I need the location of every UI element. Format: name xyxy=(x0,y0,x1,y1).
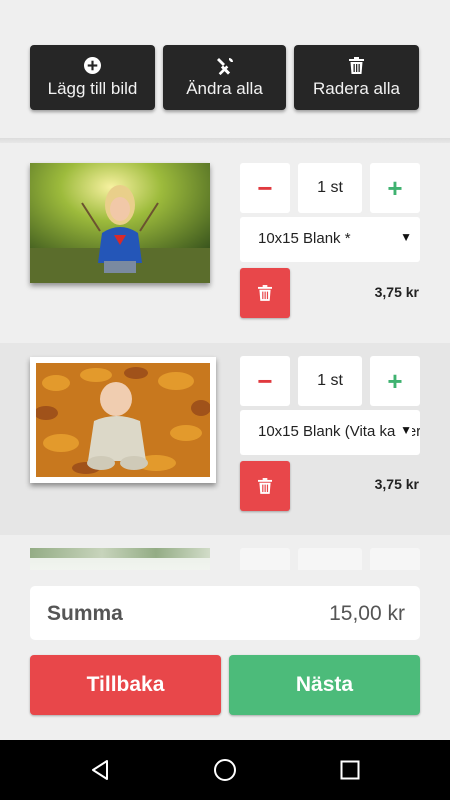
format-select[interactable]: 10x15 Blank (Vita kanter) ▼ xyxy=(240,410,420,455)
back-icon[interactable] xyxy=(85,755,115,785)
checkout-footer: Summa 15,00 kr Tillbaka Nästa xyxy=(0,570,450,740)
format-value: 10x15 Blank * xyxy=(258,230,351,247)
next-button[interactable]: Nästa xyxy=(229,655,420,715)
order-item: − 1 st + 10x15 Blank (Vita kanter) ▼ 3,7… xyxy=(0,343,450,535)
delete-item-button[interactable] xyxy=(240,461,290,511)
increase-quantity-button[interactable]: + xyxy=(370,356,420,406)
quantity-display: 1 st xyxy=(298,356,362,406)
add-image-label: Lägg till bild xyxy=(47,79,138,98)
dropdown-caret-icon: ▼ xyxy=(396,423,412,437)
delete-item-button[interactable] xyxy=(240,268,290,318)
order-item: − 1 st + 10x15 Blank * ▼ 3,75 kr xyxy=(0,143,450,329)
summary-label: Summa xyxy=(47,602,123,625)
decrease-quantity-button[interactable]: − xyxy=(240,356,290,406)
item-price: 3,75 kr xyxy=(374,284,419,300)
home-icon[interactable] xyxy=(210,755,240,785)
add-image-button[interactable]: Lägg till bild xyxy=(30,45,155,110)
quantity-display: 1 st xyxy=(298,163,362,213)
order-item-partial xyxy=(0,535,450,575)
system-navigation-bar xyxy=(0,740,450,800)
plus-circle-icon xyxy=(30,57,155,75)
summary-total: 15,00 kr xyxy=(329,602,405,625)
decrease-quantity-button[interactable]: − xyxy=(240,163,290,213)
photo-thumbnail[interactable] xyxy=(30,357,216,483)
trash-icon xyxy=(294,57,419,75)
delete-all-label: Radera alla xyxy=(313,79,400,98)
item-price: 3,75 kr xyxy=(374,476,419,492)
delete-all-button[interactable]: Radera alla xyxy=(294,45,419,110)
back-button[interactable]: Tillbaka xyxy=(30,655,221,715)
tools-icon xyxy=(163,57,286,75)
recents-icon[interactable] xyxy=(335,755,365,785)
format-select[interactable]: 10x15 Blank * ▼ xyxy=(240,217,420,262)
trash-icon xyxy=(258,478,272,494)
dropdown-caret-icon: ▼ xyxy=(396,230,412,244)
increase-quantity-button[interactable]: + xyxy=(370,163,420,213)
edit-all-button[interactable]: Ändra alla xyxy=(163,45,286,110)
summary-box: Summa 15,00 kr xyxy=(30,586,420,640)
photo-thumbnail[interactable] xyxy=(30,163,210,283)
toolbar: Lägg till bild Ändra alla Radera alla xyxy=(0,0,450,138)
edit-all-label: Ändra alla xyxy=(186,79,263,98)
trash-icon xyxy=(258,285,272,301)
